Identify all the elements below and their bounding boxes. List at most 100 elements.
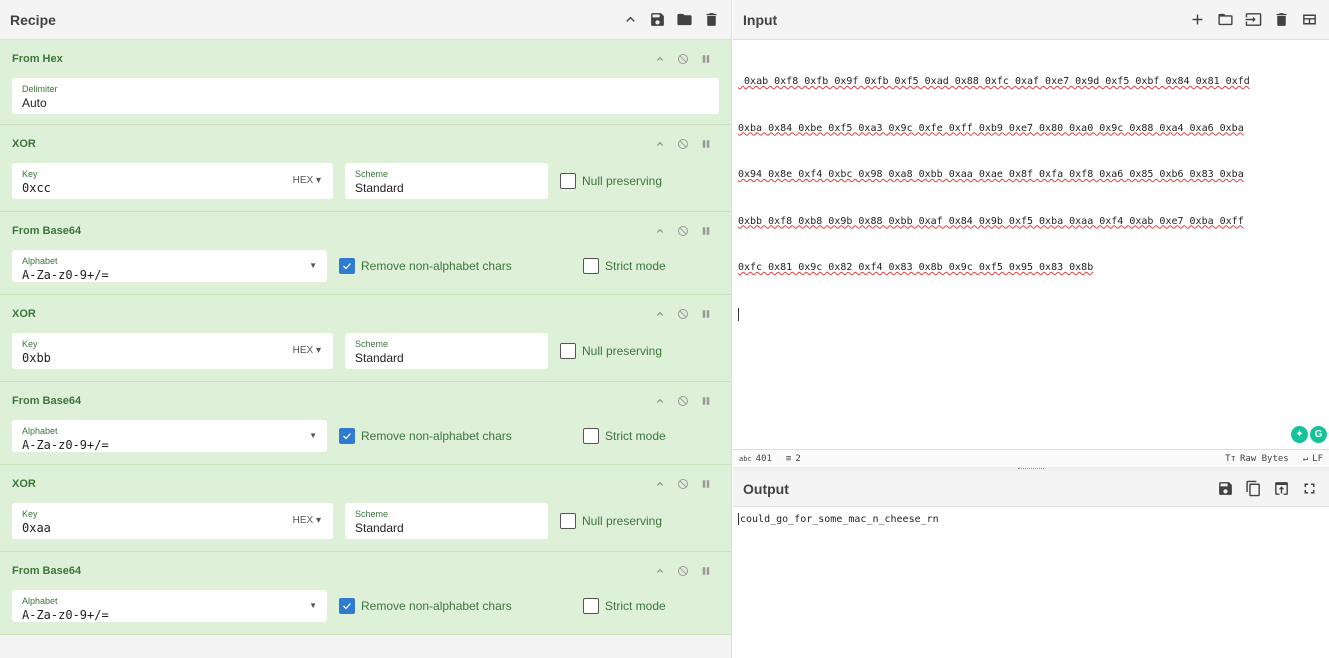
input-header: Input (733, 0, 1329, 40)
dropdown-caret-icon: ▼ (309, 261, 317, 270)
input-title: Input (743, 11, 778, 28)
disable-operation-icon[interactable] (676, 52, 690, 66)
operation-xor: XOR Key 0xcc HEX ▾ Scheme Standard Null … (0, 125, 731, 212)
recipe-title: Recipe (10, 11, 56, 28)
strict-mode-checkbox[interactable]: Strict mode (583, 258, 666, 274)
key-format-dropdown[interactable]: HEX ▾ (293, 515, 321, 526)
pause-icon[interactable] (699, 137, 713, 151)
cyberchef-app: Recipe From Hex Delimiter Auto XOR Key 0… (0, 0, 1329, 658)
checkbox-checked-icon[interactable] (339, 258, 355, 274)
output-title: Output (743, 480, 789, 497)
save-recipe-icon[interactable] (648, 10, 667, 29)
xor-key-field[interactable]: Key 0xcc HEX ▾ (12, 163, 333, 199)
remove-non-alphabet-checkbox[interactable]: Remove non-alphabet chars (339, 258, 571, 274)
return-arrow-icon: ↵ (1302, 453, 1309, 464)
remove-non-alphabet-checkbox[interactable]: Remove non-alphabet chars (339, 428, 571, 444)
checkbox-unchecked-icon[interactable] (560, 513, 576, 529)
encoding-selector[interactable]: Tт Raw Bytes (1225, 454, 1289, 464)
copy-output-icon[interactable] (1244, 479, 1263, 498)
disable-operation-icon[interactable] (676, 224, 690, 238)
delimiter-field[interactable]: Delimiter Auto (12, 78, 719, 114)
operation-from-base64: From Base64 Alphabet A-Za-z0-9+/= ▼ Remo… (0, 552, 731, 635)
xor-scheme-field[interactable]: Scheme Standard (345, 503, 548, 539)
input-textarea[interactable]: 0xab 0xf8 0xfb 0x9f 0xfb 0xf5 0xad 0x88 … (738, 43, 1318, 352)
checkbox-unchecked-icon[interactable] (583, 598, 599, 614)
open-file-input-icon[interactable] (1244, 10, 1263, 29)
alphabet-dropdown[interactable]: Alphabet A-Za-z0-9+/= ▼ (12, 590, 327, 622)
text-cursor (738, 307, 739, 321)
key-format-dropdown[interactable]: HEX ▾ (293, 175, 321, 186)
grammarly-bulb-icon[interactable]: ✦ (1291, 426, 1308, 443)
operation-title: From Base64 (12, 225, 82, 237)
chevron-up-icon[interactable] (653, 137, 667, 151)
open-folder-icon[interactable] (1216, 10, 1235, 29)
dropdown-caret-icon: ▼ (309, 431, 317, 440)
null-preserving-checkbox[interactable]: Null preserving (560, 513, 662, 529)
pause-icon[interactable] (699, 394, 713, 408)
operation-title: XOR (12, 478, 36, 490)
xor-scheme-field[interactable]: Scheme Standard (345, 163, 548, 199)
checkbox-checked-icon[interactable] (339, 598, 355, 614)
xor-key-field[interactable]: Key 0xaa HEX ▾ (12, 503, 333, 539)
operation-title: From Base64 (12, 565, 82, 577)
checkbox-unchecked-icon[interactable] (560, 343, 576, 359)
chevron-up-icon[interactable] (653, 477, 667, 491)
xor-scheme-field[interactable]: Scheme Standard (345, 333, 548, 369)
output-header: Output (733, 471, 1329, 507)
chevron-up-icon[interactable] (653, 307, 667, 321)
null-preserving-checkbox[interactable]: Null preserving (560, 343, 662, 359)
key-format-dropdown[interactable]: HEX ▾ (293, 345, 321, 356)
lines-icon: ≡ (785, 453, 792, 464)
null-preserving-checkbox[interactable]: Null preserving (560, 173, 662, 189)
checkbox-checked-icon[interactable] (339, 428, 355, 444)
grammarly-g-icon[interactable]: G (1310, 426, 1327, 443)
checkbox-unchecked-icon[interactable] (583, 258, 599, 274)
strict-mode-checkbox[interactable]: Strict mode (583, 598, 666, 614)
output-text[interactable]: could_go_for_some_mac_n_cheese_rn (738, 513, 939, 525)
abc-icon: abc (739, 454, 752, 463)
chevron-up-icon[interactable] (653, 224, 667, 238)
strict-mode-checkbox[interactable]: Strict mode (583, 428, 666, 444)
chevron-up-icon[interactable] (653, 564, 667, 578)
input-panel: Input 0xab 0xf8 0xfb 0x9f 0xfb 0xf5 0xad… (733, 0, 1329, 468)
operation-title: XOR (12, 138, 36, 150)
maximise-output-icon[interactable] (1300, 479, 1319, 498)
pause-icon[interactable] (699, 52, 713, 66)
disable-operation-icon[interactable] (676, 307, 690, 321)
disable-operation-icon[interactable] (676, 564, 690, 578)
alphabet-dropdown[interactable]: Alphabet A-Za-z0-9+/= ▼ (12, 250, 327, 282)
disable-operation-icon[interactable] (676, 477, 690, 491)
collapse-all-icon[interactable] (621, 10, 640, 29)
alphabet-dropdown[interactable]: Alphabet A-Za-z0-9+/= ▼ (12, 420, 327, 452)
operation-from-base64: From Base64 Alphabet A-Za-z0-9+/= ▼ Remo… (0, 382, 731, 465)
operation-xor: XOR Key 0xbb HEX ▾ Scheme Standard Null … (0, 295, 731, 382)
operation-from-base64: From Base64 Alphabet A-Za-z0-9+/= ▼ Remo… (0, 212, 731, 295)
pause-icon[interactable] (699, 477, 713, 491)
recipe-panel: Recipe From Hex Delimiter Auto XOR Key 0… (0, 0, 732, 658)
operation-xor: XOR Key 0xaa HEX ▾ Scheme Standard Null … (0, 465, 731, 552)
clear-recipe-trash-icon[interactable] (702, 10, 721, 29)
operation-title: From Hex (12, 53, 63, 65)
pause-icon[interactable] (699, 224, 713, 238)
pause-icon[interactable] (699, 564, 713, 578)
save-output-icon[interactable] (1216, 479, 1235, 498)
checkbox-unchecked-icon[interactable] (560, 173, 576, 189)
checkbox-unchecked-icon[interactable] (583, 428, 599, 444)
add-tab-plus-icon[interactable] (1188, 10, 1207, 29)
pause-icon[interactable] (699, 307, 713, 321)
disable-operation-icon[interactable] (676, 137, 690, 151)
replace-input-with-output-icon[interactable] (1272, 479, 1291, 498)
char-count: abc 401 (739, 453, 772, 464)
operation-title: From Base64 (12, 395, 82, 407)
input-status-bar: abc 401 ≡ 2 Tт Raw Bytes ↵ LF (733, 449, 1329, 467)
grammarly-widget[interactable]: ✦ G (1291, 426, 1327, 443)
chevron-up-icon[interactable] (653, 52, 667, 66)
remove-non-alphabet-checkbox[interactable]: Remove non-alphabet chars (339, 598, 571, 614)
reset-layout-icon[interactable] (1300, 10, 1319, 29)
clear-input-trash-icon[interactable] (1272, 10, 1291, 29)
eol-selector[interactable]: ↵ LF (1303, 454, 1323, 464)
xor-key-field[interactable]: Key 0xbb HEX ▾ (12, 333, 333, 369)
chevron-up-icon[interactable] (653, 394, 667, 408)
load-recipe-folder-icon[interactable] (675, 10, 694, 29)
disable-operation-icon[interactable] (676, 394, 690, 408)
